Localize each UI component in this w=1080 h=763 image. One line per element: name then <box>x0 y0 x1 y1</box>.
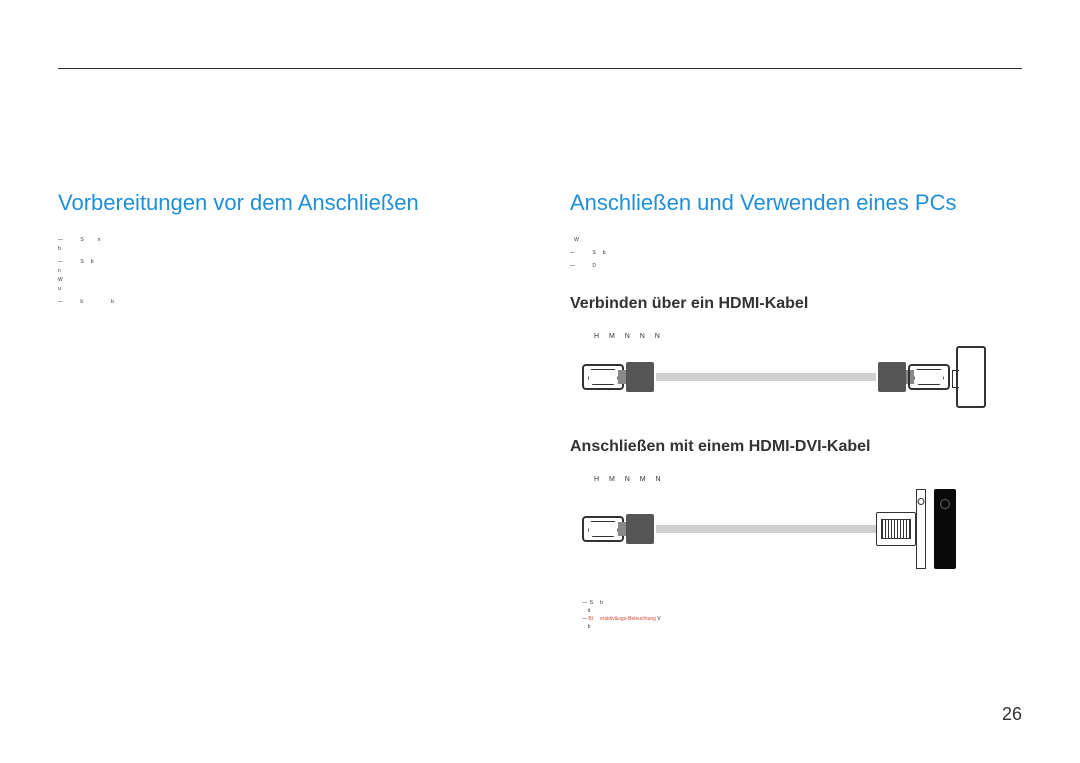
left-heading: Vorbereitungen vor dem Anschließen <box>58 190 510 216</box>
left-para-3: b b <box>58 298 510 307</box>
text-frag: b <box>91 259 94 265</box>
text-frag: b <box>111 299 114 305</box>
text-frag: D <box>592 263 596 269</box>
text-frag: b <box>588 624 591 630</box>
text-frag: d <box>588 608 591 614</box>
hdmi-connector-left-icon <box>626 362 654 392</box>
text-frag: V <box>657 616 660 622</box>
text-frag: S <box>80 259 83 265</box>
hdmi-connector-right-icon <box>878 362 906 392</box>
hdmi-dvi-cable-diagram <box>582 489 1022 569</box>
text-frag: W <box>58 277 63 283</box>
dvi-connector-icon <box>876 512 916 546</box>
text-frag: S <box>80 237 83 243</box>
right-column: Anschließen und Verwenden eines PCs W S … <box>570 190 1022 631</box>
text-frag: S <box>592 250 595 256</box>
text-frag: W <box>574 237 579 243</box>
right-heading: Anschließen und Verwenden eines PCs <box>570 190 1022 216</box>
text-frag-hl: Bt <box>588 616 593 622</box>
port-label-hdmi: H M N N N <box>594 333 1022 340</box>
hdmi-connector-left-icon <box>626 514 654 544</box>
cable-line-icon <box>656 525 876 533</box>
footnote-2: ― Bt eraktiv&ogo-Beleuchtung V b <box>582 615 1022 631</box>
left-para-1: S n b <box>58 236 510 254</box>
text-frag: u <box>58 286 61 292</box>
page-number: 26 <box>1002 704 1022 725</box>
text-frag: b <box>80 299 83 305</box>
footnote-1: ― S b d <box>582 599 1022 615</box>
left-para-2: S b n W u <box>58 258 510 294</box>
port-label-hdmi-dvi: H M N M N <box>594 476 1022 483</box>
text-frag: n <box>58 268 61 274</box>
text-frag: n <box>98 237 101 243</box>
text-frag-hl: eraktiv&ogo-Beleuchtung <box>600 616 656 622</box>
left-column: Vorbereitungen vor dem Anschließen S n b… <box>58 190 510 631</box>
cable-line-icon <box>656 373 876 381</box>
page-content: Vorbereitungen vor dem Anschließen S n b… <box>0 0 1080 631</box>
sub-heading-hdmi: Verbinden über ein HDMI-Kabel <box>570 295 1022 313</box>
text-frag: S <box>590 600 593 606</box>
page-top-rule <box>58 68 1022 69</box>
sub-heading-hdmi-dvi: Anschließen mit einem HDMI-DVI-Kabel <box>570 438 1022 456</box>
text-frag: b <box>58 246 61 252</box>
right-intro-3: D <box>570 262 1022 271</box>
pc-tower-dark-icon <box>934 489 956 569</box>
right-intro-2: S b <box>570 249 1022 258</box>
text-frag: b <box>603 250 606 256</box>
right-intro-1: W <box>570 236 1022 245</box>
pc-frame-icon <box>916 489 926 569</box>
hdmi-cable-diagram <box>582 346 1022 408</box>
text-frag: b <box>600 600 603 606</box>
hdmi-port-pc-icon <box>908 364 950 390</box>
pc-tower-icon <box>956 346 986 408</box>
